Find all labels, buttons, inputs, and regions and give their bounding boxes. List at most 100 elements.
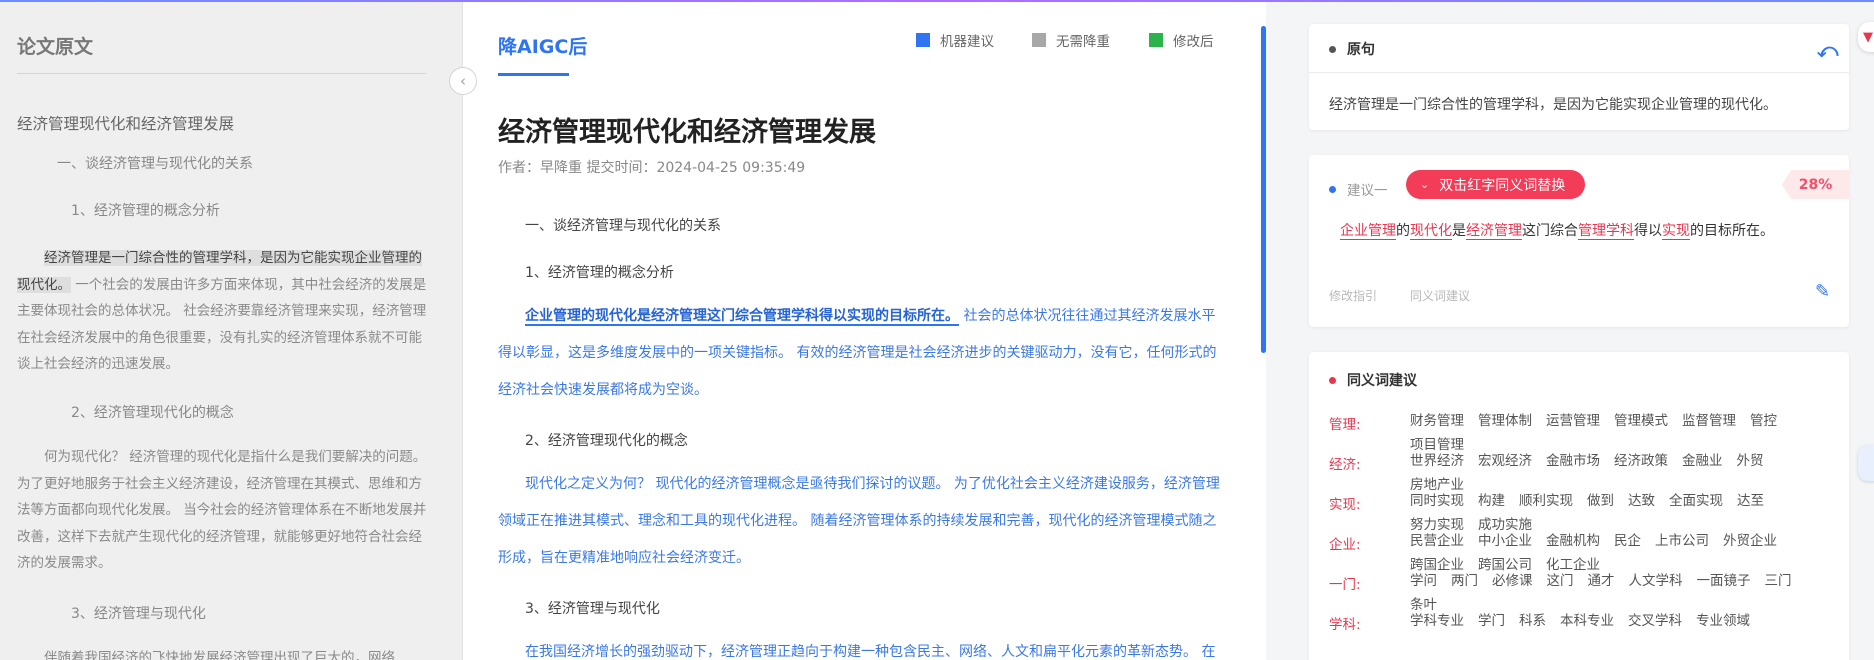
synonym-word[interactable]: 金融业 — [1682, 449, 1723, 473]
bullet-dot — [1329, 376, 1336, 384]
suggested-sentence[interactable]: 企业管理的现代化是经济管理这门综合管理学科得以实现的目标所在。 — [1340, 220, 1774, 240]
synonym-key: 学科: — [1329, 617, 1361, 633]
paragraph-text: 一个社会的发展由许多方面来体现，其中社会经济的发展是主要体现社会的总体状况。 社… — [17, 276, 427, 373]
synonym-word[interactable]: 三门 — [1765, 569, 1792, 593]
replaceable-word[interactable]: 管理学科 — [1578, 223, 1634, 240]
synonym-word[interactable]: 管控 — [1750, 409, 1777, 433]
replaceable-word[interactable]: 实现 — [1662, 223, 1690, 240]
rewritten-text-panel: 降AIGC后 机器建议 无需降重 修改后 经济管理现代化和经济管理发展 作者：早… — [464, 2, 1264, 660]
section-heading: 一、谈经济管理与现代化的关系 — [525, 218, 721, 234]
legend-machine: 机器建议 — [916, 30, 994, 50]
synonym-word[interactable]: 民营企业 — [1410, 529, 1464, 553]
replaceable-word[interactable]: 经济管理 — [1466, 223, 1522, 240]
synonym-word[interactable]: 金融机构 — [1546, 529, 1600, 553]
sentence-text: 的 — [1396, 223, 1410, 239]
legend-swatch — [916, 33, 930, 47]
synonym-word[interactable]: 人文学科 — [1629, 569, 1683, 593]
synonym-key: 经济: — [1329, 457, 1361, 473]
synonym-word[interactable]: 财务管理 — [1410, 409, 1464, 433]
suggestion-label-text: 建议一 — [1347, 183, 1388, 199]
replaceable-word[interactable]: 企业管理 — [1340, 223, 1396, 240]
synonym-words: 学科专业 学门 科系 本科专业 交叉学科 专业领域 — [1410, 609, 1839, 633]
subsection-heading: 1、经济管理的概念分析 — [525, 265, 674, 281]
rewritten-paragraph[interactable]: 现代化之定义为何？ 现代化的经济管理概念是亟待我们探讨的议题。 为了优化社会主义… — [498, 466, 1226, 577]
synonym-word[interactable]: 经济政策 — [1614, 449, 1668, 473]
synonym-word[interactable]: 世界经济 — [1410, 449, 1464, 473]
legend-no-change: 无需降重 — [1032, 30, 1110, 50]
doc-title: 经济管理现代化和经济管理发展 — [17, 115, 235, 133]
synonym-word[interactable]: 监督管理 — [1682, 409, 1736, 433]
tab-after-aigc[interactable]: 降AIGC后 — [498, 32, 587, 59]
legend-label: 无需降重 — [1056, 34, 1110, 50]
synonym-word[interactable]: 科系 — [1519, 609, 1546, 633]
original-sentence-card: 原句 ⤺ 经济管理是一门综合性的管理学科，是因为它能实现企业管理的现代化。 — [1309, 24, 1849, 130]
synonym-word[interactable]: 达致 — [1628, 489, 1655, 513]
undo-icon[interactable]: ⤺ — [1817, 38, 1838, 62]
synonym-word[interactable]: 外贸 — [1737, 449, 1764, 473]
side-tab-icon[interactable]: ▼ — [1858, 22, 1874, 52]
active-sentence[interactable]: 企业管理的现代化是经济管理这门综合管理学科得以实现的目标所在。 — [525, 308, 959, 326]
synonym-word[interactable]: 金融市场 — [1546, 449, 1600, 473]
card-title: 同义词建议 — [1347, 373, 1417, 389]
active-tab-indicator — [498, 73, 569, 76]
synonym-word[interactable]: 学门 — [1478, 609, 1505, 633]
synonym-word[interactable]: 中小企业 — [1478, 529, 1532, 553]
legend-label: 修改后 — [1173, 34, 1214, 50]
synonym-word[interactable]: 交叉学科 — [1628, 609, 1682, 633]
rewritten-paragraph[interactable]: 在我国经济增长的强劲驱动下，经济管理正趋向于构建一种包含民主、网络、人文和扁平化… — [498, 634, 1226, 660]
synonym-word[interactable]: 宏观经济 — [1478, 449, 1532, 473]
subsection-heading: 3、经济管理与现代化 — [71, 606, 206, 622]
aigc-percent-badge: 28% — [1782, 170, 1849, 199]
chevron-down-icon: ⌄ — [1420, 178, 1430, 191]
synonym-replace-button[interactable]: ⌄ 双击红字同义词替换 — [1406, 170, 1586, 199]
synonym-word[interactable]: 民企 — [1614, 529, 1641, 553]
divider — [17, 73, 426, 74]
modify-guide-link[interactable]: 修改指引 — [1329, 287, 1377, 304]
subsection-heading: 1、经济管理的概念分析 — [71, 203, 220, 219]
doc-title: 经济管理现代化和经济管理发展 — [498, 117, 876, 148]
subsection-heading: 2、经济管理现代化的概念 — [525, 433, 688, 449]
synonym-word[interactable]: 构建 — [1478, 489, 1505, 513]
synonym-word[interactable]: 本科专业 — [1560, 609, 1614, 633]
suggestion-panel: 原句 ⤺ 经济管理是一门综合性的管理学科，是因为它能实现企业管理的现代化。 建议… — [1266, 2, 1874, 660]
synonym-word[interactable]: 管理体制 — [1478, 409, 1532, 433]
synonym-word[interactable]: 达至 — [1737, 489, 1764, 513]
synonym-word[interactable]: 通才 — [1588, 569, 1615, 593]
synonym-word[interactable]: 运营管理 — [1546, 409, 1600, 433]
synonym-key: 一门: — [1329, 577, 1361, 593]
collapse-panel-button[interactable]: ‹ — [449, 67, 477, 95]
synonym-word[interactable]: 学科专业 — [1410, 609, 1464, 633]
synonym-word[interactable]: 管理模式 — [1614, 409, 1668, 433]
sentence-text: 这门综合 — [1522, 223, 1578, 239]
card-title: 原句 — [1347, 42, 1375, 58]
synonym-card: 同义词建议 管理: 财务管理 管理体制 运营管理 管理模式 监督管理 管控 项目管理 经济: 世界… — [1309, 352, 1849, 660]
synonym-word[interactable]: 全面实现 — [1669, 489, 1723, 513]
synonym-word[interactable]: 外贸企业 — [1723, 529, 1777, 553]
synonym-word[interactable]: 学问 — [1410, 569, 1437, 593]
synonym-word[interactable]: 上市公司 — [1655, 529, 1709, 553]
button-label: 双击红字同义词替换 — [1439, 177, 1566, 194]
replaceable-word[interactable]: 现代化 — [1410, 223, 1452, 240]
paragraph: 何为现代化？ 经济管理的现代化是指什么是我们要解决的问题。 为了更好地服务于社会… — [17, 449, 427, 571]
sentence-text: 是 — [1452, 223, 1466, 239]
suggestion-card: 建议一 ⌄ 双击红字同义词替换 28% 企业管理的现代化是经济管理这门综合管理学科… — [1309, 155, 1849, 327]
synonym-word[interactable]: 一面镜子 — [1697, 569, 1751, 593]
card-header: 原句 — [1329, 39, 1375, 59]
synonym-word[interactable]: 顺利实现 — [1519, 489, 1573, 513]
original-text-panel: 论文原文 经济管理现代化和经济管理发展 一、谈经济管理与现代化的关系 1、经济管… — [0, 2, 463, 660]
edit-icon[interactable]: ✎ — [1815, 281, 1830, 302]
synonym-word[interactable]: 专业领域 — [1696, 609, 1750, 633]
panel-title: 论文原文 — [17, 36, 94, 58]
synonym-word[interactable]: 做到 — [1587, 489, 1614, 513]
synonym-word[interactable]: 同时实现 — [1410, 489, 1464, 513]
side-float-button[interactable] — [1858, 445, 1874, 481]
synonym-word[interactable]: 两门 — [1451, 569, 1478, 593]
rewritten-paragraph: 企业管理的现代化是经济管理这门综合管理学科得以实现的目标所在。 社会的总体状况往… — [498, 298, 1226, 409]
synonym-word[interactable]: 必修课 — [1492, 569, 1533, 593]
synonym-key: 实现: — [1329, 497, 1361, 513]
synonym-word[interactable]: 这门 — [1547, 569, 1574, 593]
legend-swatch — [1149, 33, 1163, 47]
suggestion-label: 建议一 — [1329, 179, 1388, 199]
synonym-suggest-link[interactable]: 同义词建议 — [1410, 287, 1470, 304]
legend-label: 机器建议 — [940, 34, 994, 50]
